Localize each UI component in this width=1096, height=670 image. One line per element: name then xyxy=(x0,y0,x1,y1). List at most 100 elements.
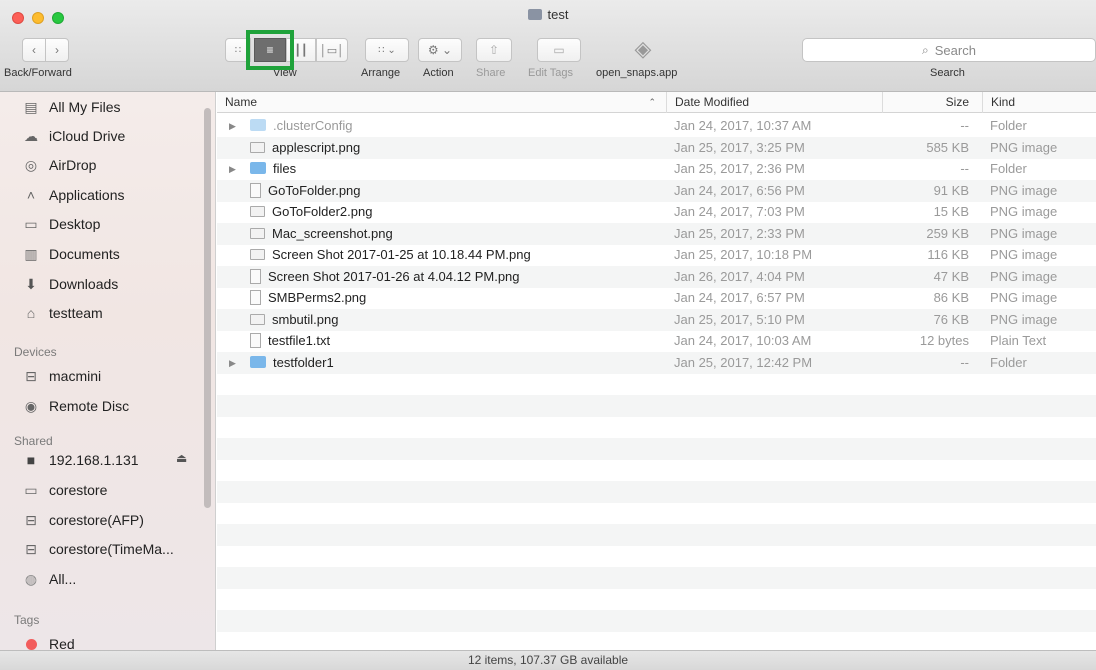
sidebar-item-corestore-afp[interactable]: ⊟ corestore(AFP) xyxy=(22,509,144,531)
edit-tags-button[interactable]: ▭ xyxy=(537,38,581,62)
file-name: SMBPerms2.png xyxy=(250,287,660,309)
disclosure-triangle-icon[interactable]: ▶ xyxy=(229,158,236,180)
sidebar-item-testteam[interactable]: ⌂ testteam xyxy=(22,302,103,324)
server-icon: ⊟ xyxy=(25,540,37,557)
file-kind: PNG image xyxy=(990,204,1058,219)
search-input[interactable]: ⌕ Search xyxy=(802,38,1096,62)
empty-row xyxy=(217,609,1096,632)
file-name: GoToFolder2.png xyxy=(250,201,660,223)
sidebar-item-macmini[interactable]: ⊟ macmini xyxy=(22,365,101,387)
sidebar-item-icloud-drive[interactable]: ☁ iCloud Drive xyxy=(22,125,125,147)
sidebar-item-desktop[interactable]: ▭ Desktop xyxy=(22,213,100,235)
back-button[interactable]: ‹ xyxy=(22,38,46,62)
file-name: Screen Shot 2017-01-26 at 4.04.12 PM.png xyxy=(250,266,660,288)
sidebar-item-all-my-files[interactable]: ▤ All My Files xyxy=(22,96,120,118)
downloads-icon: ⬇ xyxy=(25,275,37,292)
sidebar-item-downloads[interactable]: ⬇ Downloads xyxy=(22,273,118,295)
file-name: Mac_screenshot.png xyxy=(250,223,660,245)
file-name-text: applescript.png xyxy=(272,139,361,155)
file-icon xyxy=(250,182,261,198)
file-row[interactable]: testfile1.txt Jan 24, 2017, 10:03 AM 12 by… xyxy=(217,330,1096,352)
server-icon: ⊟ xyxy=(25,511,37,528)
empty-row xyxy=(217,394,1096,417)
file-row[interactable]: applescript.png Jan 25, 2017, 3:25 PM 585 … xyxy=(217,136,1096,159)
view-highlight-annotation xyxy=(246,30,294,70)
empty-row xyxy=(217,631,1096,650)
sidebar-item-all-network[interactable]: ◍ All... xyxy=(22,568,76,590)
file-name-text: Mac_screenshot.png xyxy=(272,225,393,241)
eject-icon[interactable]: ⏏ xyxy=(176,451,187,465)
file-name: Screen Shot 2017-01-25 at 10.18.44 PM.pn… xyxy=(250,244,660,266)
file-row[interactable]: ▶ testfolder1 Jan 25, 2017, 12:42 PM -- Fold… xyxy=(217,351,1096,374)
sidebar-item-corestore-timemachine[interactable]: ⊟ corestore(TimeMa... xyxy=(22,538,174,560)
file-row[interactable]: ▶ .clusterConfig Jan 24, 2017, 10:37 AM -- F… xyxy=(217,115,1096,137)
file-name-text: GoToFolder2.png xyxy=(272,204,373,219)
file-kind: PNG image xyxy=(990,225,1058,241)
file-row[interactable]: smbutil.png Jan 25, 2017, 5:10 PM 76 KB PNG… xyxy=(217,308,1096,331)
file-icon xyxy=(250,249,265,260)
file-name: testfile1.txt xyxy=(250,330,660,352)
column-header-date[interactable]: Date Modified xyxy=(666,92,882,113)
home-icon: ⌂ xyxy=(26,305,36,321)
back-forward-label: Back/Forward xyxy=(4,67,72,79)
empty-row xyxy=(217,480,1096,503)
file-row[interactable]: Screen Shot 2017-01-26 at 4.04.12 PM.png… xyxy=(217,265,1096,288)
file-kind: PNG image xyxy=(990,311,1058,327)
file-row[interactable]: ▶ files Jan 25, 2017, 2:36 PM -- Folder xyxy=(217,158,1096,180)
sidebar-item-corestore[interactable]: ▭ corestore xyxy=(22,479,107,501)
sidebar-item-documents[interactable]: ▥ Documents xyxy=(22,243,119,265)
file-kind: PNG image xyxy=(990,268,1058,284)
arrange-grid-icon: ∷ ⌄ xyxy=(378,44,396,56)
file-size: 91 KB xyxy=(933,182,969,198)
file-size: 585 KB xyxy=(926,139,969,155)
file-name: GoToFolder.png xyxy=(250,180,660,202)
folder-icon xyxy=(250,162,266,174)
coverflow-view-icon: │▭│ xyxy=(319,44,345,57)
sidebar-item-remote-disc[interactable]: ◉ Remote Disc xyxy=(22,395,129,417)
file-name-text: Screen Shot 2017-01-26 at 4.04.12 PM.png xyxy=(268,268,520,284)
all-files-icon: ▤ xyxy=(24,98,38,115)
sidebar-item-192-168-1-131[interactable]: ■ 192.168.1.131 xyxy=(22,449,139,471)
action-button[interactable]: ⚙ ⌄ xyxy=(418,38,462,62)
file-name-text: GoToFolder.png xyxy=(268,182,361,198)
share-label: Share xyxy=(476,67,506,79)
file-row[interactable]: Mac_screenshot.png Jan 25, 2017, 2:33 PM 2… xyxy=(217,222,1096,245)
sort-ascending-icon: ⌃ xyxy=(648,97,656,107)
file-row[interactable]: GoToFolder.png Jan 24, 2017, 6:56 PM 91 KB… xyxy=(217,179,1096,202)
file-row[interactable]: SMBPerms2.png Jan 24, 2017, 6:57 PM 86 KB P… xyxy=(217,287,1096,309)
app-script-icon[interactable]: ◈ xyxy=(628,34,658,64)
file-row[interactable]: GoToFolder2.png Jan 24, 2017, 7:03 PM 15 K… xyxy=(217,201,1096,223)
file-icon xyxy=(250,206,265,217)
view-coverflow-button[interactable]: │▭│ xyxy=(316,38,348,62)
devices-heading: Devices xyxy=(14,345,57,359)
sidebar-scrollbar[interactable] xyxy=(204,108,211,508)
column-header-size[interactable]: Size xyxy=(882,92,982,113)
empty-row xyxy=(217,437,1096,460)
share-button[interactable]: ⇧ xyxy=(476,38,512,62)
file-date: Jan 25, 2017, 2:36 PM xyxy=(674,161,805,176)
tag-icon: ▭ xyxy=(553,43,565,57)
column-header-kind[interactable]: Kind xyxy=(982,92,1096,113)
disclosure-triangle-icon[interactable]: ▶ xyxy=(229,352,236,374)
file-kind: Folder xyxy=(990,161,1027,176)
sidebar-item-applications[interactable]: ˄ Applications xyxy=(22,184,125,206)
file-date: Jan 25, 2017, 10:18 PM xyxy=(674,247,813,262)
sidebar-item-airdrop[interactable]: ◎ AirDrop xyxy=(22,154,97,176)
monitor-icon: ■ xyxy=(26,452,36,468)
icon-view-icon: ∷ xyxy=(234,44,242,56)
column-header-name[interactable]: Name ⌃ xyxy=(217,92,666,113)
file-kind: PNG image xyxy=(990,182,1058,198)
disclosure-triangle-icon[interactable]: ▶ xyxy=(229,115,236,137)
file-name-text: .clusterConfig xyxy=(273,118,353,133)
arrange-button[interactable]: ∷ ⌄ xyxy=(365,38,409,62)
file-icon xyxy=(250,333,261,348)
forward-button[interactable]: › xyxy=(45,38,69,62)
chevron-left-icon: ‹ xyxy=(32,43,36,57)
file-date: Jan 25, 2017, 2:33 PM xyxy=(674,225,805,241)
empty-row xyxy=(217,502,1096,524)
file-icon xyxy=(250,268,261,284)
tags-heading: Tags xyxy=(14,613,40,627)
file-row[interactable]: Screen Shot 2017-01-25 at 10.18.44 PM.pn… xyxy=(217,244,1096,266)
arrange-label: Arrange xyxy=(361,67,401,79)
sidebar-item-tag-red[interactable]: Red xyxy=(22,633,75,650)
